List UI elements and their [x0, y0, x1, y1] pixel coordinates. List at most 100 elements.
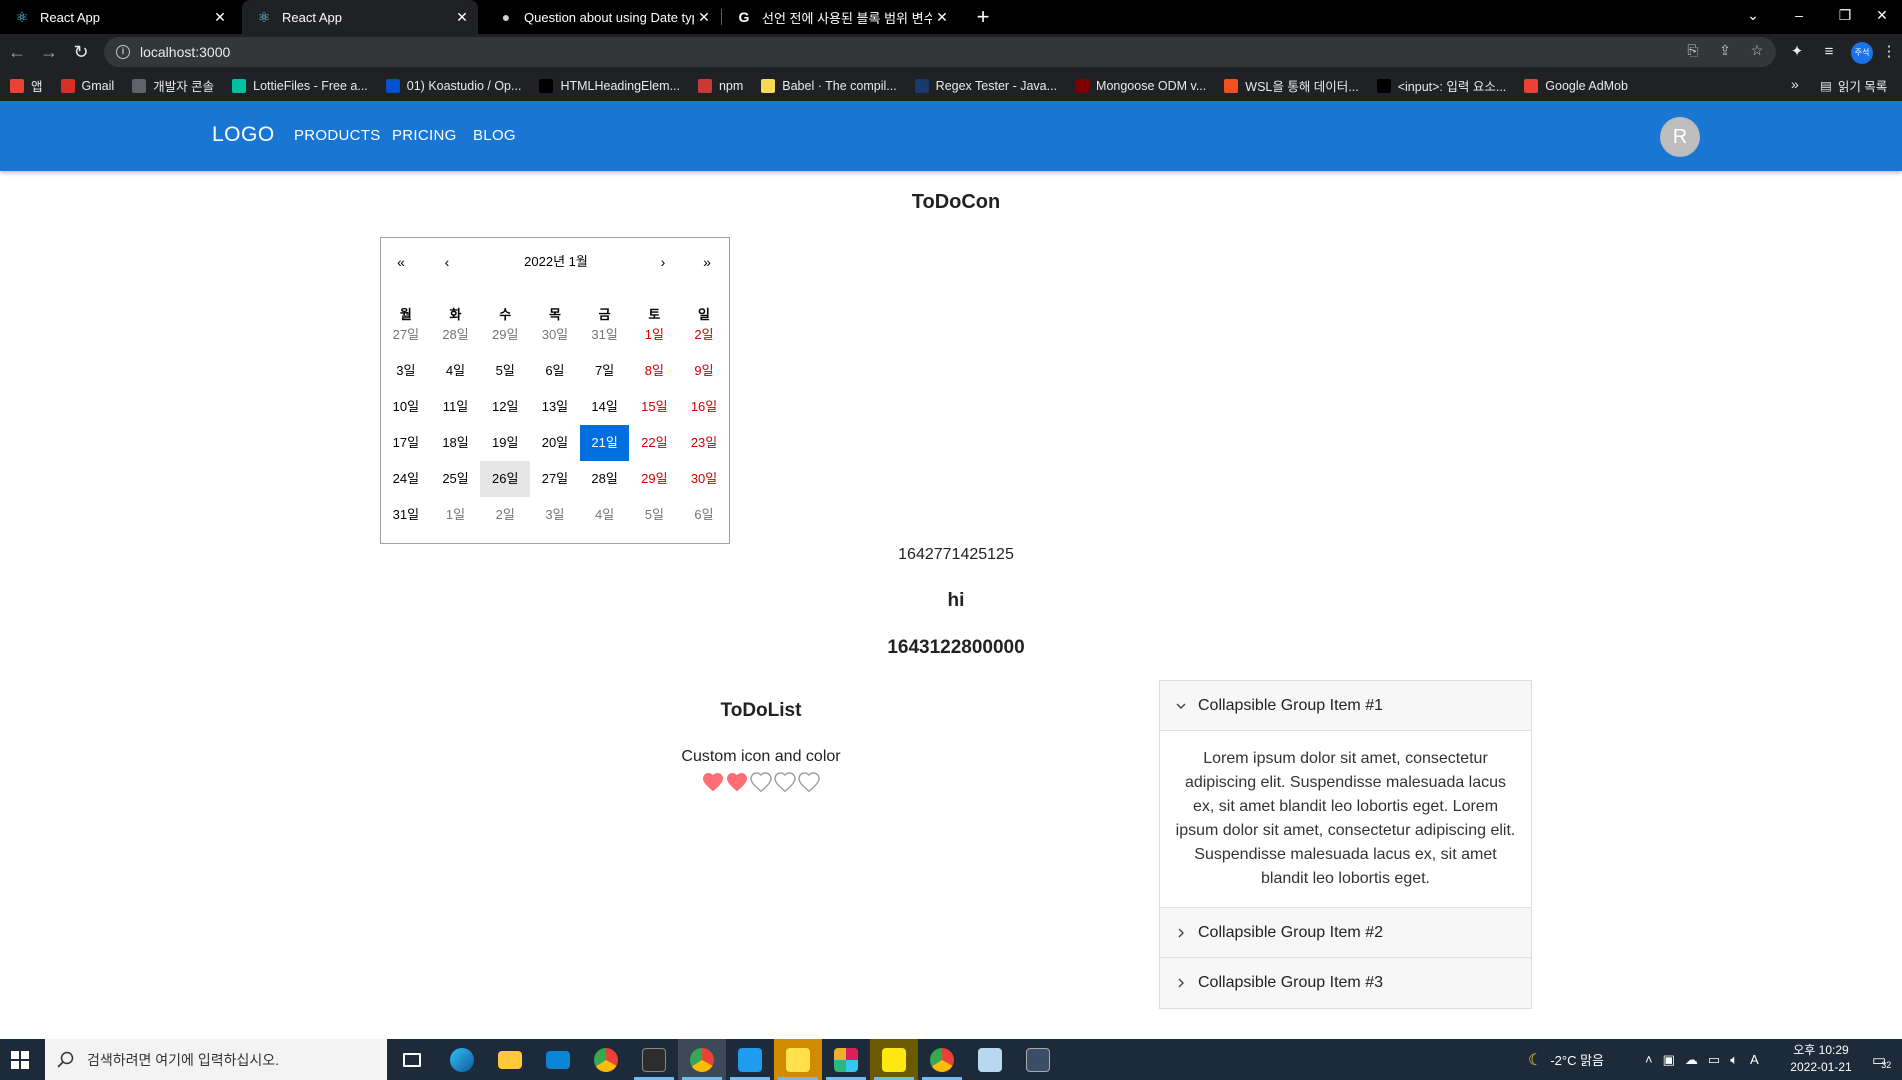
calendar-day[interactable]: 20일 — [530, 425, 580, 461]
notification-center[interactable]: ▭ 32 — [1872, 1039, 1891, 1080]
bookmark-item[interactable]: <input>: 입력 요소... — [1376, 76, 1506, 95]
slack-app[interactable] — [822, 1039, 870, 1080]
calendar-day[interactable]: 22일 — [630, 425, 680, 461]
bookmark-item[interactable]: Mongoose ODM v... — [1075, 78, 1206, 93]
taskbar-search[interactable]: 검색하려면 여기에 입력하십시오. — [45, 1039, 387, 1080]
calendar-day[interactable]: 17일 — [381, 425, 431, 461]
tab-search-icon[interactable]: ⌄ — [1730, 0, 1776, 30]
calendar-day[interactable]: 29일 — [480, 317, 530, 353]
calendar-day[interactable]: 6일 — [530, 353, 580, 389]
bookmark-item[interactable]: HTMLHeadingElem... — [539, 78, 680, 93]
calendar-day[interactable]: 2일 — [679, 317, 729, 353]
close-tab-icon[interactable]: ✕ — [210, 9, 230, 26]
calendar-day[interactable]: 2일 — [480, 497, 530, 533]
calendar-day[interactable]: 19일 — [480, 425, 530, 461]
media-control-icon[interactable]: ≡ — [1817, 40, 1841, 64]
calendar-day[interactable]: 12일 — [480, 389, 530, 425]
calendar-day[interactable]: 10일 — [381, 389, 431, 425]
bookmark-item[interactable]: 앱 — [10, 76, 43, 95]
heart-filled-icon[interactable] — [701, 770, 725, 794]
calendar-day[interactable]: 14일 — [580, 389, 630, 425]
clock[interactable]: 오후 10:29 2022-01-21 — [1788, 1042, 1854, 1076]
calendar-day[interactable]: 24일 — [381, 461, 431, 497]
bookmark-item[interactable]: 개발자 콘솔 — [132, 76, 214, 95]
network-icon[interactable]: ▭ — [1708, 1052, 1720, 1068]
calendar-day[interactable]: 3일 — [381, 353, 431, 389]
calendar-day[interactable]: 30일 — [679, 461, 729, 497]
chrome-profile-app-2[interactable] — [918, 1039, 966, 1080]
file-explorer-app[interactable] — [486, 1039, 534, 1080]
calendar-day[interactable]: 4일 — [580, 497, 630, 533]
calendar-day[interactable]: 18일 — [431, 425, 481, 461]
bookmark-item[interactable]: WSL을 통해 데이터... — [1224, 76, 1359, 95]
notepad-app[interactable] — [966, 1039, 1014, 1080]
calendar-month-label[interactable]: 2022년 1월 — [491, 250, 621, 274]
calendar-day[interactable]: 30일 — [530, 317, 580, 353]
close-tab-icon[interactable]: ✕ — [932, 9, 952, 26]
calendar-day[interactable]: 7일 — [580, 353, 630, 389]
heart-filled-icon[interactable] — [725, 770, 749, 794]
terminal-app[interactable] — [630, 1039, 678, 1080]
calendar-next-month-button[interactable]: › — [643, 250, 683, 274]
vscode-app[interactable] — [726, 1039, 774, 1080]
profile-avatar[interactable]: 주석 — [1851, 42, 1873, 64]
calendar-day[interactable]: 5일 — [630, 497, 680, 533]
calendar-day[interactable]: 27일 — [530, 461, 580, 497]
logo[interactable]: LOGO — [212, 123, 275, 147]
nav-pricing[interactable]: PRICING — [392, 127, 457, 144]
calculator-app[interactable] — [1014, 1039, 1062, 1080]
calendar-day[interactable]: 28일 — [580, 461, 630, 497]
accordion-header-3[interactable]: Collapsible Group Item #3 — [1160, 958, 1531, 1008]
nav-products[interactable]: PRODUCTS — [294, 127, 381, 144]
calendar-day[interactable]: 4일 — [431, 353, 481, 389]
task-view-button[interactable] — [388, 1039, 436, 1080]
extensions-icon[interactable]: ✦ — [1785, 40, 1809, 64]
calendar-day[interactable]: 21일 — [579, 425, 630, 461]
calendar-day[interactable]: 29일 — [630, 461, 680, 497]
heart-outline-icon[interactable] — [773, 770, 797, 794]
bookmark-item[interactable]: Gmail — [60, 78, 114, 93]
menu-icon[interactable]: ⋮ — [1880, 40, 1898, 64]
sticky-notes-app[interactable] — [774, 1039, 822, 1080]
site-info-icon[interactable]: i — [116, 45, 130, 59]
calendar-day[interactable]: 31일 — [381, 497, 431, 533]
bookmark-item[interactable]: npm — [697, 78, 743, 93]
onedrive-icon[interactable]: ☁ — [1685, 1052, 1698, 1068]
tab-google-search[interactable]: G 선언 전에 사용된 블록 범위 변수 ✕ — [722, 0, 958, 34]
start-button[interactable] — [0, 1039, 40, 1080]
minimize-button[interactable]: – — [1776, 0, 1822, 30]
edge-app[interactable] — [438, 1039, 486, 1080]
calendar-day[interactable]: 26일 — [480, 461, 531, 497]
volume-icon[interactable]: 🔈︎ — [1730, 1052, 1738, 1068]
calendar-prev-month-button[interactable]: ‹ — [427, 250, 467, 274]
bookmark-star-icon[interactable]: ☆ — [1748, 41, 1766, 59]
bookmark-item[interactable]: LottieFiles - Free a... — [232, 78, 368, 93]
chrome-app[interactable] — [582, 1039, 630, 1080]
forward-button[interactable]: → — [36, 39, 62, 65]
chevron-up-icon[interactable]: ˄ — [1645, 1052, 1653, 1067]
calendar-day[interactable]: 9일 — [679, 353, 729, 389]
heart-outline-icon[interactable] — [797, 770, 821, 794]
calendar-day[interactable]: 5일 — [480, 353, 530, 389]
calendar-day[interactable]: 28일 — [431, 317, 481, 353]
calendar-day[interactable]: 31일 — [580, 317, 630, 353]
calendar-day[interactable]: 6일 — [679, 497, 729, 533]
bookmark-item[interactable]: 01) Koastudio / Op... — [385, 78, 521, 93]
bookmarks-overflow-button[interactable]: » — [1791, 76, 1799, 92]
calendar-day[interactable]: 25일 — [431, 461, 481, 497]
nav-blog[interactable]: BLOG — [473, 127, 516, 144]
tab-github-question[interactable]: ● Question about using Date type ✕ — [484, 0, 720, 34]
kakaotalk-app[interactable] — [870, 1039, 918, 1080]
share-icon[interactable]: ⇪ — [1716, 41, 1734, 59]
calendar-day[interactable]: 27일 — [381, 317, 431, 353]
new-tab-button[interactable]: + — [970, 4, 996, 30]
meet-now-icon[interactable]: ▣ — [1663, 1052, 1675, 1068]
close-tab-icon[interactable]: ✕ — [452, 9, 472, 26]
tab-react-app-1[interactable]: ⚛ React App ✕ — [0, 0, 236, 34]
calendar-next-year-button[interactable]: » — [687, 250, 727, 274]
accordion-header-2[interactable]: Collapsible Group Item #2 — [1160, 908, 1531, 958]
reading-list-button[interactable]: ▤ 읽기 목록 — [1820, 70, 1887, 101]
calendar-day[interactable]: 15일 — [630, 389, 680, 425]
mail-app[interactable] — [534, 1039, 582, 1080]
tab-react-app-2[interactable]: ⚛ React App ✕ — [242, 0, 478, 34]
